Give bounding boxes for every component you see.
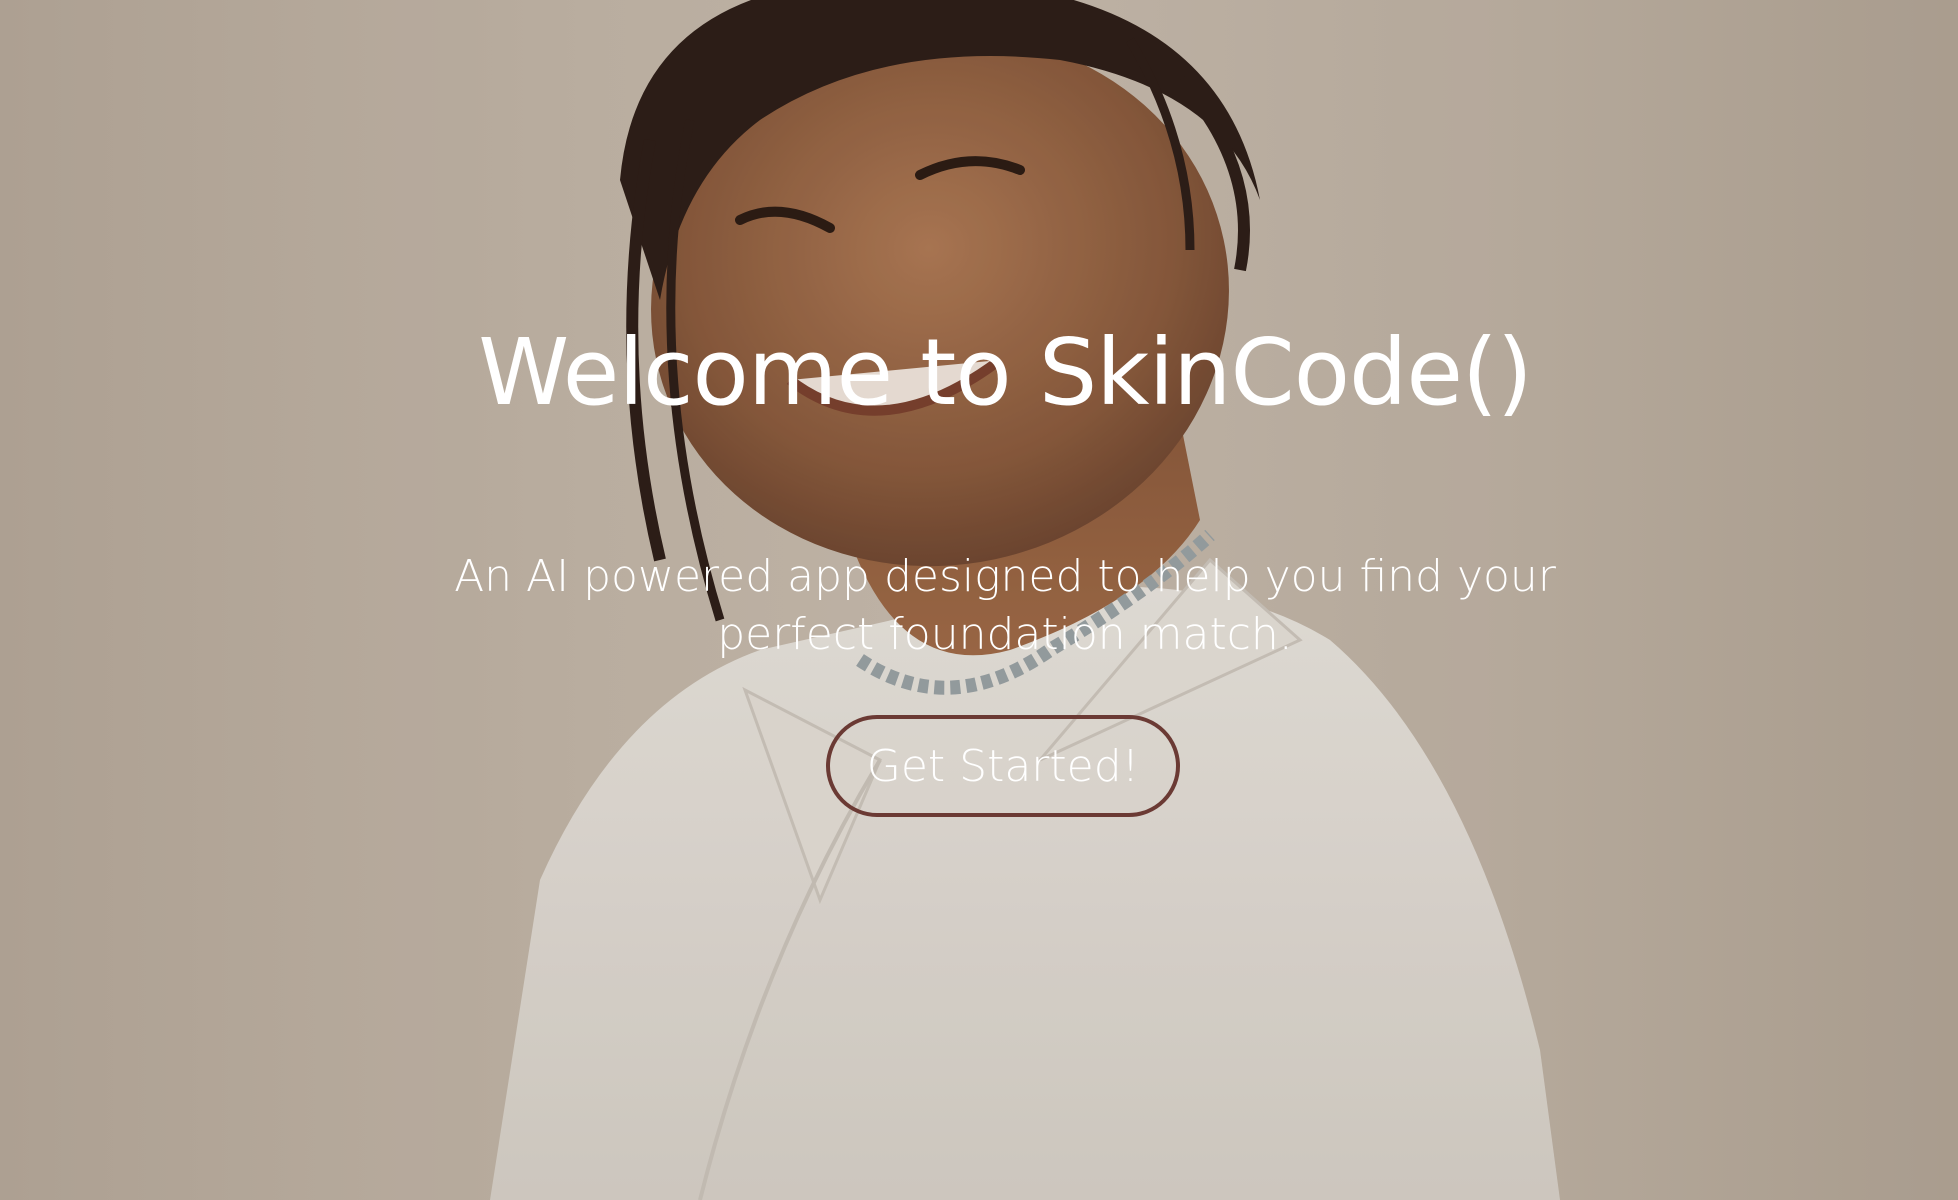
get-started-button[interactable]: Get Started! [826, 715, 1180, 817]
hero-subtitle: An AI powered app designed to help you f… [454, 551, 1556, 660]
page-title: Welcome to SkinCode() [478, 319, 1533, 426]
hero-section: Welcome to SkinCode() An AI powered app … [0, 0, 1958, 1200]
hero-content: Welcome to SkinCode() An AI powered app … [0, 0, 1958, 1200]
